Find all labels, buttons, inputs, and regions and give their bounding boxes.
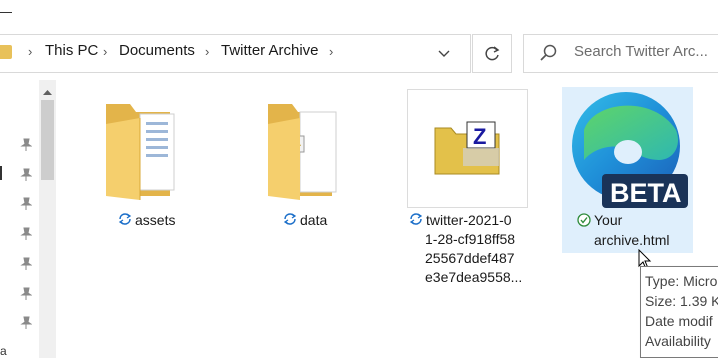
- breadcrumb-this-pc[interactable]: This PC: [45, 42, 98, 59]
- tooltip-availability: Availability: [645, 333, 711, 349]
- nav-scroll-thumb[interactable]: [41, 100, 54, 180]
- breadcrumb-twitter-archive[interactable]: Twitter Archive: [221, 42, 319, 59]
- refresh-icon: [485, 45, 500, 60]
- check-circle-icon: [577, 213, 591, 232]
- badge-text: BETA: [610, 178, 682, 208]
- chevron-right-icon[interactable]: ›: [205, 44, 209, 59]
- folder-icon[interactable]: [100, 96, 184, 211]
- pin-icon[interactable]: [20, 287, 33, 304]
- item-name-zip-line1[interactable]: twitter-2021-0: [426, 211, 512, 229]
- nav-item-fragment: [0, 166, 6, 180]
- pin-icon[interactable]: [20, 316, 33, 333]
- title-strip: [0, 0, 718, 34]
- chevron-right-icon[interactable]: ›: [103, 44, 107, 59]
- pin-icon[interactable]: [20, 257, 33, 274]
- tooltip-type: Type: Micro: [645, 273, 718, 289]
- edge-beta-icon: BETA: [564, 90, 690, 215]
- chevron-right-icon[interactable]: ›: [28, 44, 32, 59]
- zip-file-icon: Z: [433, 118, 503, 183]
- sync-icon: [409, 212, 423, 229]
- tooltip-date: Date modif: [645, 313, 713, 329]
- sync-icon: [118, 212, 132, 229]
- folder-small-icon: [0, 45, 12, 59]
- breadcrumb-documents[interactable]: Documents: [119, 42, 195, 59]
- item-name-archive-line1[interactable]: Your: [594, 211, 622, 229]
- sync-icon: [283, 212, 297, 229]
- refresh-button[interactable]: [472, 34, 512, 73]
- search-icon: [539, 44, 557, 67]
- pin-icon[interactable]: [20, 138, 33, 155]
- folder-icon[interactable]: [262, 96, 346, 211]
- svg-text:Z: Z: [473, 124, 486, 149]
- tooltip-size: Size: 1.39 K: [645, 293, 718, 309]
- item-name-data[interactable]: data: [300, 211, 327, 229]
- item-name-assets[interactable]: assets: [135, 211, 175, 229]
- chevron-right-icon[interactable]: ›: [329, 44, 333, 59]
- pin-icon[interactable]: [20, 197, 33, 214]
- pin-icon[interactable]: [20, 227, 33, 244]
- history-dropdown-icon[interactable]: [438, 46, 450, 64]
- item-name-zip-line3[interactable]: 25567ddef487: [425, 249, 515, 267]
- search-input[interactable]: Search Twitter Arc...: [574, 43, 708, 60]
- nav-item-fragment: a: [0, 344, 7, 358]
- item-name-archive-line2[interactable]: archive.html: [594, 231, 669, 249]
- minimize-glyph[interactable]: [0, 12, 12, 13]
- item-name-zip-line4[interactable]: e3e7dea9558...: [425, 268, 522, 286]
- pin-icon[interactable]: [20, 168, 33, 185]
- item-name-zip-line2[interactable]: 1-28-cf918ff58: [425, 230, 515, 248]
